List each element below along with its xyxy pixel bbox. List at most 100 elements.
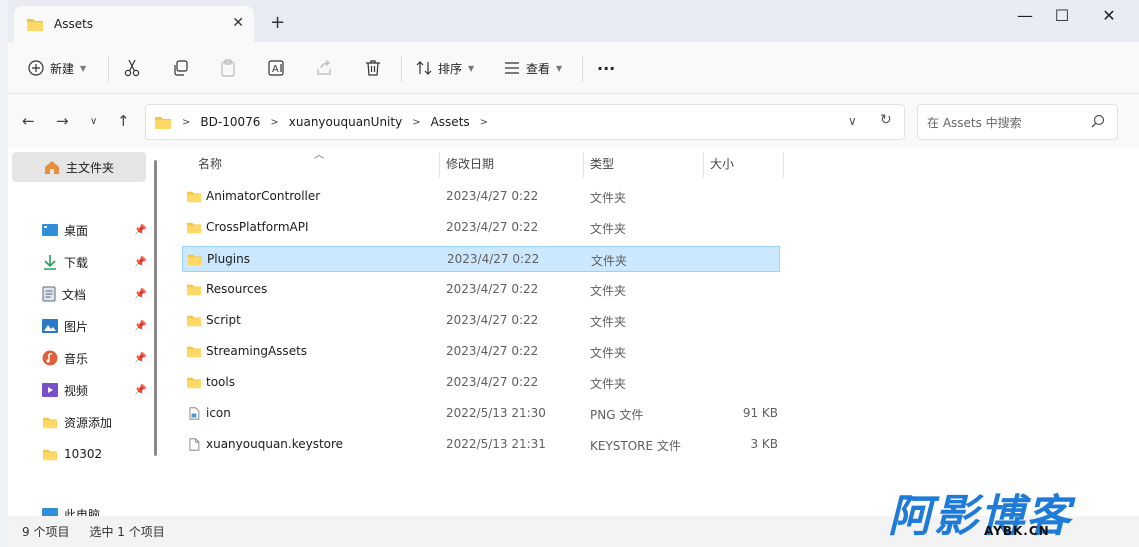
folder-icon	[188, 254, 202, 266]
sidebar-item-downloads[interactable]: 下载	[42, 252, 88, 272]
pin-icon[interactable]: 📌	[134, 385, 146, 396]
column-divider[interactable]	[783, 152, 784, 178]
desktop-icon	[42, 224, 58, 236]
file-name: xuanyouquan.keystore	[206, 437, 344, 451]
back-arrow-icon[interactable]: ←	[22, 112, 35, 130]
file-date: 2023/4/27 0:22	[447, 252, 540, 266]
chevron-down-icon: ▼	[468, 63, 475, 73]
scissors-icon	[124, 59, 140, 77]
file-row[interactable]: icon 2022/5/13 21:30 PNG 文件 91 KB	[182, 401, 780, 427]
sidebar-item-this-pc[interactable]: 此电脑	[42, 506, 100, 516]
column-divider[interactable]	[439, 152, 440, 178]
copy-icon	[174, 60, 188, 76]
recent-chevron-icon[interactable]: ∨	[90, 116, 97, 127]
file-row[interactable]: Plugins 2023/4/27 0:22 文件夹	[182, 246, 780, 272]
search-icon	[1091, 114, 1105, 128]
delete-button[interactable]	[365, 56, 381, 80]
sort-ascending-icon: ︿	[314, 150, 324, 161]
history-dropdown-icon[interactable]: ∨	[848, 114, 857, 128]
file-row[interactable]: CrossPlatformAPI 2023/4/27 0:22 文件夹	[182, 215, 780, 241]
pictures-icon	[42, 319, 58, 333]
copy-button[interactable]	[173, 56, 189, 80]
maximize-button[interactable]: ☐	[1050, 6, 1074, 25]
sidebar-item-10302[interactable]: 10302	[42, 444, 102, 464]
file-type: 文件夹	[590, 315, 627, 329]
file-date: 2023/4/27 0:22	[446, 220, 539, 234]
column-header-size[interactable]: 大小	[710, 148, 734, 178]
sidebar-item-label: 主文件夹	[66, 160, 115, 175]
file-row[interactable]: Resources 2023/4/27 0:22 文件夹	[182, 277, 780, 303]
more-options-button[interactable]: ···	[597, 56, 615, 80]
watermark-domain: AYBK.CN	[984, 524, 1050, 538]
folder-icon	[187, 284, 201, 296]
file-name: Script	[206, 313, 241, 327]
pin-icon[interactable]: 📌	[134, 321, 146, 332]
close-tab-icon[interactable]: ✕	[232, 15, 244, 31]
file-row[interactable]: AnimatorController 2023/4/27 0:22 文件夹	[182, 184, 780, 210]
file-name: icon	[206, 406, 231, 420]
sidebar-item-desktop[interactable]: 桌面	[42, 220, 88, 240]
file-date: 2023/4/27 0:22	[446, 313, 539, 327]
refresh-icon[interactable]: ↻	[880, 112, 892, 128]
pin-icon[interactable]: 📌	[134, 257, 146, 268]
breadcrumb-bd-10076[interactable]: BD-10076	[200, 115, 260, 129]
close-window-button[interactable]: ✕	[1097, 6, 1121, 25]
column-divider[interactable]	[583, 152, 584, 178]
file-row[interactable]: tools 2023/4/27 0:22 文件夹	[182, 370, 780, 396]
search-input[interactable]: 在 Assets 中搜索	[917, 104, 1118, 140]
pin-icon[interactable]: 📌	[134, 353, 146, 364]
sidebar-item-pictures[interactable]: 图片	[42, 316, 88, 336]
sidebar-scrollbar[interactable]	[154, 160, 157, 456]
sort-button[interactable]: 排序 ▼	[416, 56, 474, 80]
tab-title: Assets	[54, 17, 94, 31]
forward-arrow-icon[interactable]: →	[56, 112, 69, 130]
clipboard-icon	[221, 59, 235, 77]
paste-button[interactable]	[220, 56, 236, 80]
new-button[interactable]: 新建 ▼	[28, 56, 86, 80]
column-header-name[interactable]: 名称	[198, 148, 222, 178]
breadcrumb-assets[interactable]: Assets	[431, 115, 470, 129]
address-bar[interactable]: > BD-10076 > xuanyouquanUnity > Assets >…	[145, 104, 905, 140]
minimize-button[interactable]: —	[1013, 6, 1037, 25]
file-row[interactable]: StreamingAssets 2023/4/27 0:22 文件夹	[182, 339, 780, 365]
cut-button[interactable]	[124, 56, 140, 80]
breadcrumb-xuanyouquanunity[interactable]: xuanyouquanUnity	[289, 115, 402, 129]
pin-icon[interactable]: 📌	[134, 225, 146, 236]
sidebar-item-music[interactable]: 音乐	[42, 348, 88, 368]
folder-icon	[187, 191, 201, 203]
file-date: 2023/4/27 0:22	[446, 189, 539, 203]
folder-icon	[187, 222, 201, 234]
folder-icon	[43, 449, 57, 460]
file-date: 2023/4/27 0:22	[446, 375, 539, 389]
sidebar-item-resources[interactable]: 资源添加	[42, 412, 112, 432]
column-header-type[interactable]: 类型	[590, 148, 614, 178]
tab-assets[interactable]: Assets ✕	[14, 6, 254, 42]
file-name: tools	[206, 375, 235, 389]
file-name: Plugins	[207, 252, 250, 266]
folder-icon	[155, 116, 171, 129]
file-row[interactable]: Script 2023/4/27 0:22 文件夹	[182, 308, 780, 334]
image-file-icon	[189, 407, 200, 420]
new-tab-button[interactable]: +	[270, 12, 285, 33]
sort-button-label: 排序	[438, 61, 463, 76]
rename-button[interactable]: A	[268, 56, 286, 80]
sidebar-item-label: 下载	[64, 255, 89, 270]
share-button[interactable]	[316, 56, 332, 80]
file-row[interactable]: xuanyouquan.keystore 2022/5/13 21:31 KEYST…	[182, 432, 780, 458]
sidebar-item-label: 视频	[64, 383, 89, 398]
up-arrow-icon[interactable]: ↑	[117, 112, 130, 130]
sidebar-item-home[interactable]: 主文件夹	[12, 152, 146, 182]
view-button[interactable]: 查看 ▼	[504, 56, 562, 80]
new-button-label: 新建	[50, 61, 75, 76]
sidebar-item-videos[interactable]: 视频	[42, 380, 88, 400]
chevron-down-icon: ▼	[80, 63, 87, 73]
music-icon	[42, 350, 58, 366]
file-date: 2023/4/27 0:22	[446, 282, 539, 296]
sidebar-item-documents[interactable]: 文档	[42, 284, 86, 304]
file-type: KEYSTORE 文件	[590, 439, 681, 453]
command-bar: 新建 ▼ A 排序 ▼ 查看 ▼ ···	[8, 42, 1139, 94]
column-header-date[interactable]: 修改日期	[446, 148, 494, 178]
column-divider[interactable]	[703, 152, 704, 178]
pin-icon[interactable]: 📌	[134, 289, 146, 300]
sidebar-item-label: 10302	[64, 447, 103, 461]
